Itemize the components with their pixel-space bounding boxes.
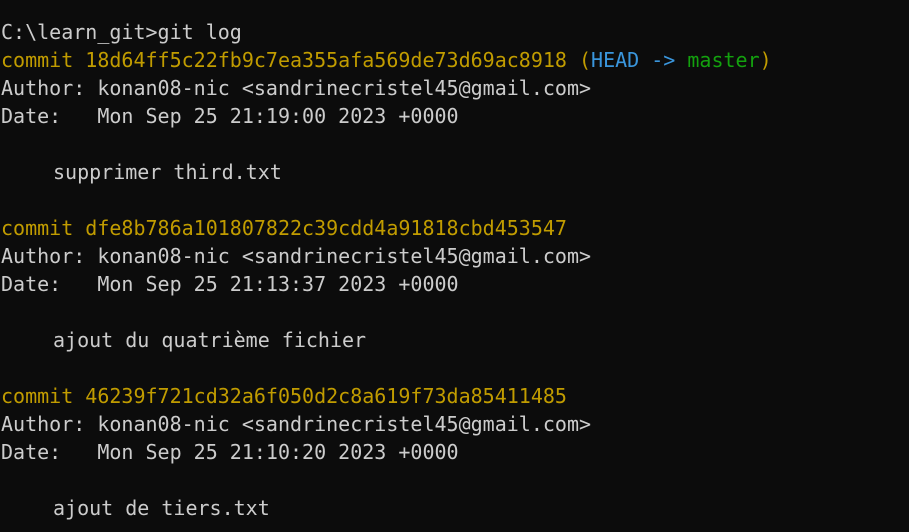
author-line: Author: konan08-nic <sandrinecristel45@g… [0,410,909,438]
commit-message: supprimer third.txt [53,160,282,184]
commit-hash: 18d64ff5c22fb9c7ea355afa569de73d69ac8918 [85,48,567,72]
author-label: Author: [1,412,86,436]
branch-ref: master [687,48,760,72]
commit-label: commit [1,48,74,72]
author-label: Author: [1,244,86,268]
ref-open: ( [578,48,592,72]
head-ref: HEAD [591,48,640,72]
prompt-line: C:\learn_git>git log [0,18,909,46]
date-label: Date: [1,272,62,296]
author-value: konan08-nic <sandrinecristel45@gmail.com… [97,244,592,268]
date-label: Date: [1,440,62,464]
date-line: Date: Mon Sep 25 21:19:00 2023 +0000 [0,102,909,130]
ref-close: ) [759,48,772,72]
commit-label: commit [1,216,74,240]
commit-hash: 46239f721cd32a6f050d2c8a619f73da85411485 [85,384,567,408]
commit-line: commit 18d64ff5c22fb9c7ea355afa569de73d6… [0,46,909,74]
date-value: Mon Sep 25 21:13:37 2023 +0000 [97,272,459,296]
author-line: Author: konan08-nic <sandrinecristel45@g… [0,242,909,270]
ref-arrow: -> [639,48,688,72]
date-line: Date: Mon Sep 25 21:10:20 2023 +0000 [0,438,909,466]
commit-hash: dfe8b786a101807822c39cdd4a91818cbd453547 [85,216,567,240]
commit-line: commit 46239f721cd32a6f050d2c8a619f73da8… [0,382,909,410]
date-value: Mon Sep 25 21:19:00 2023 +0000 [97,104,459,128]
prompt-command: git log [157,20,242,44]
commit-message: ajout du quatrième fichier [53,328,367,352]
commit-line: commit dfe8b786a101807822c39cdd4a91818cb… [0,214,909,242]
date-value: Mon Sep 25 21:10:20 2023 +0000 [97,440,459,464]
prompt-path: C:\learn_git> [1,20,158,44]
author-label: Author: [1,76,86,100]
date-label: Date: [1,104,62,128]
author-line: Author: konan08-nic <sandrinecristel45@g… [0,74,909,102]
date-line: Date: Mon Sep 25 21:13:37 2023 +0000 [0,270,909,298]
terminal-window[interactable]: C:\learn_git>git log commit 18d64ff5c22f… [0,0,909,532]
author-value: konan08-nic <sandrinecristel45@gmail.com… [97,76,592,100]
commit-label: commit [1,384,74,408]
commit-message: ajout de tiers.txt [53,496,270,520]
author-value: konan08-nic <sandrinecristel45@gmail.com… [97,412,592,436]
